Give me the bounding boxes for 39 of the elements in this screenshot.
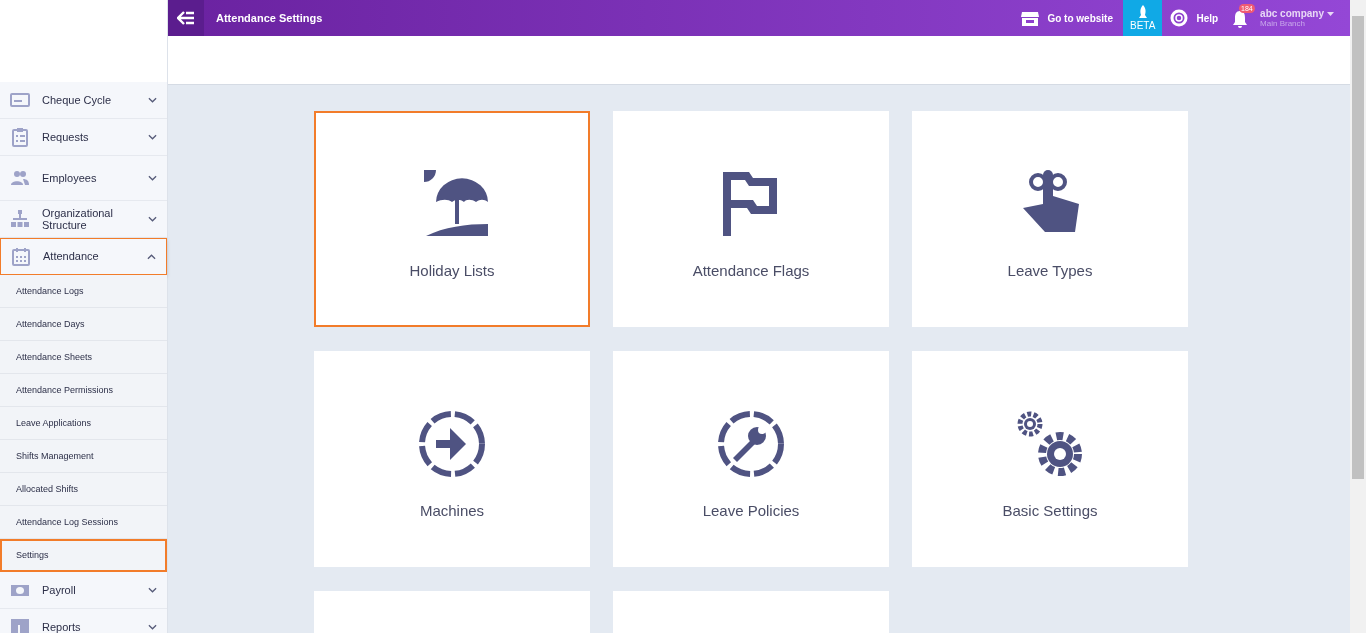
sidebar-item[interactable]: Payroll — [0, 572, 167, 609]
chevron-icon — [148, 216, 157, 222]
settings-card[interactable]: Holiday Lists — [314, 111, 590, 327]
sidebar-item[interactable]: Reports — [0, 609, 167, 633]
company-menu[interactable]: abc company Main Branch — [1260, 8, 1334, 28]
sidebar-item[interactable]: Organizational Structure — [0, 201, 167, 238]
sidebar-item[interactable]: Attendance — [0, 238, 167, 275]
hierarchy-icon — [10, 209, 30, 229]
chevron-icon — [147, 253, 156, 260]
settings-card[interactable]: Leave Policies — [613, 351, 889, 567]
sidebar-item[interactable]: Requests — [0, 119, 167, 156]
calendar-icon — [11, 246, 31, 267]
settings-card[interactable]: Attendance Flags — [613, 111, 889, 327]
store-icon — [1021, 10, 1040, 26]
people-icon — [10, 168, 30, 188]
chevron-icon — [148, 624, 157, 630]
chevron-icon — [148, 134, 157, 140]
page-title: Attendance Settings — [216, 12, 323, 24]
rocket-icon — [1137, 5, 1148, 18]
scrollbar[interactable] — [1350, 0, 1366, 633]
sidebar-item[interactable]: Employees — [0, 156, 167, 201]
chevron-icon — [148, 175, 157, 181]
sidebar-item[interactable]: Cheque Cycle — [0, 82, 167, 119]
sidebar-subitem[interactable]: Settings — [0, 539, 167, 572]
clipboard-icon — [10, 127, 30, 147]
chevron-icon — [148, 587, 157, 593]
caret-icon — [1327, 11, 1334, 16]
settings-card[interactable]: Leave Types — [912, 111, 1188, 327]
chevron-icon — [148, 97, 157, 103]
back-arrow-icon — [177, 11, 195, 25]
lifebuoy-icon — [1170, 9, 1189, 27]
help-link[interactable]: Help — [1170, 9, 1219, 27]
settings-card[interactable]: Machines — [314, 351, 590, 567]
card-icon — [10, 90, 30, 110]
settings-card[interactable]: Basic Settings — [912, 351, 1188, 567]
website-link[interactable]: Go to website — [1021, 10, 1113, 26]
back-button[interactable] — [168, 0, 204, 36]
bell-icon — [1232, 9, 1249, 28]
notifications-button[interactable] — [1232, 9, 1249, 31]
